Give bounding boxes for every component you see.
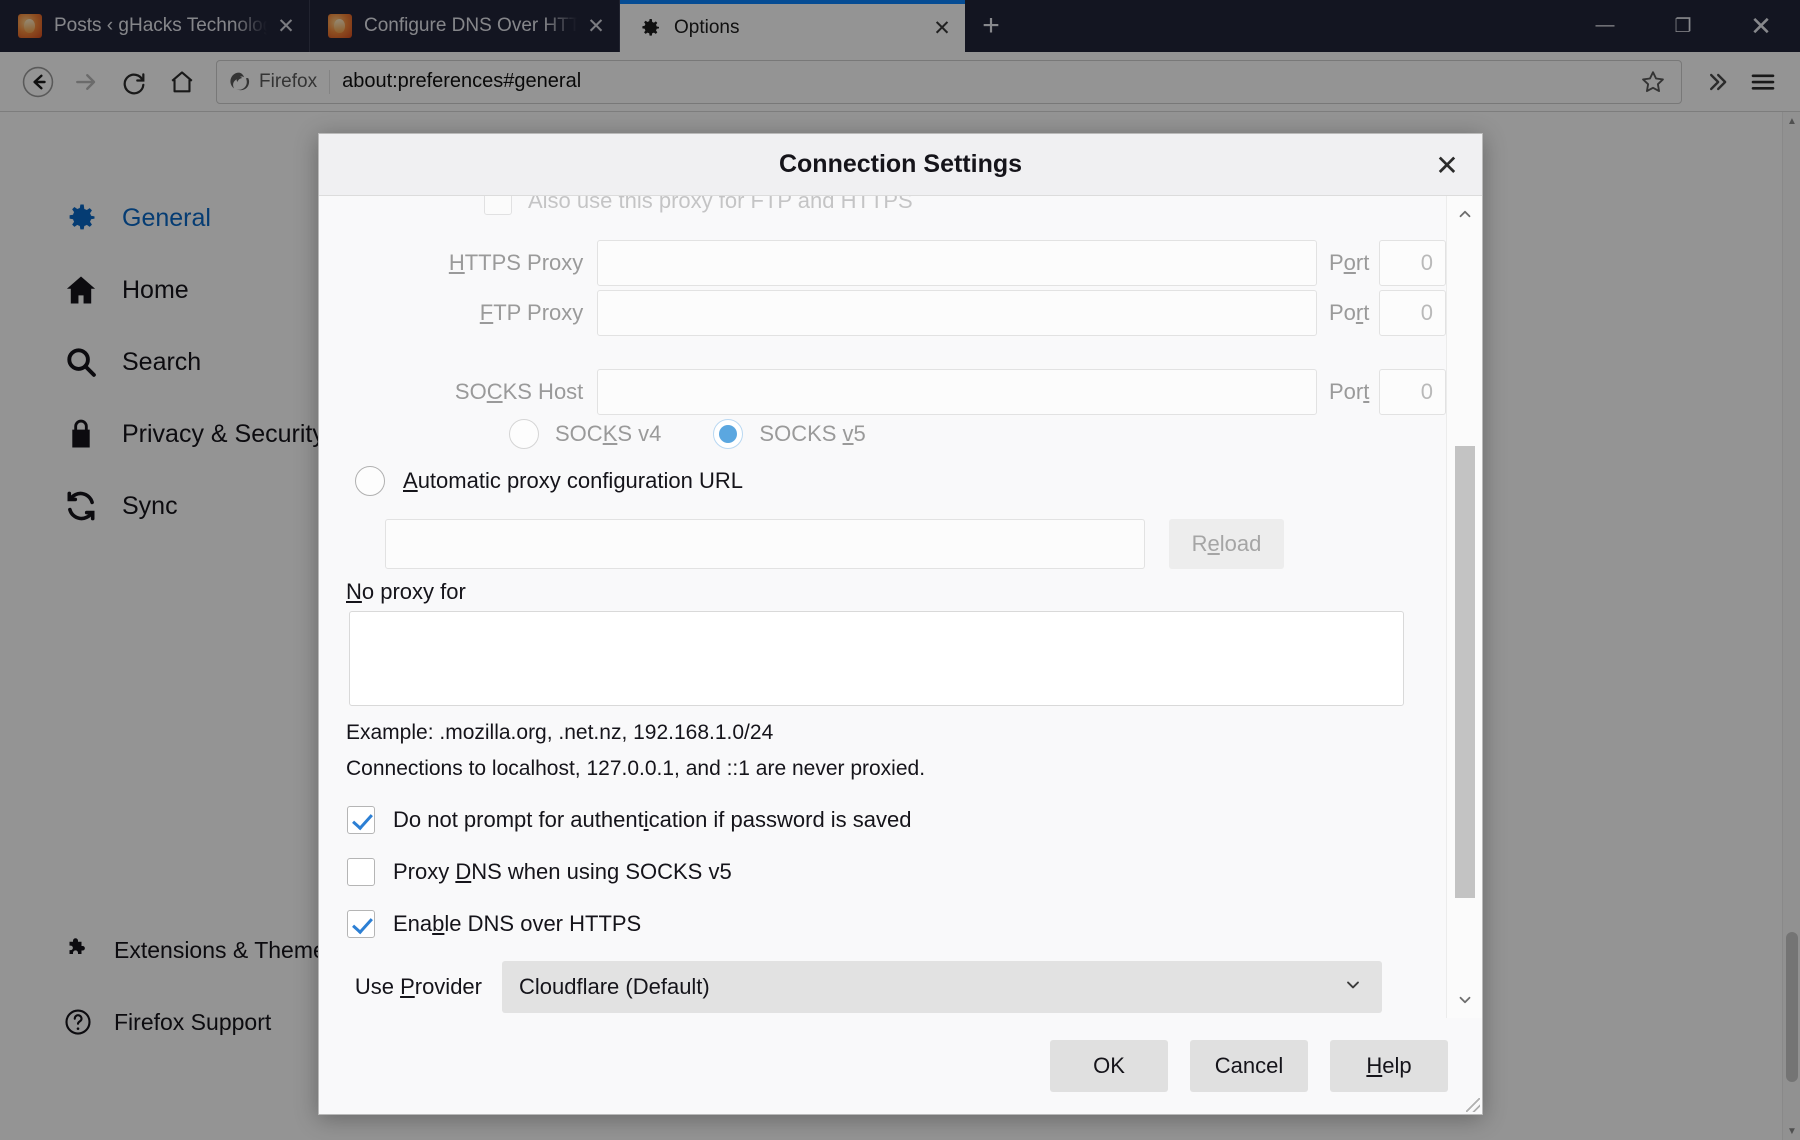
socks-v4-radio[interactable]: [509, 419, 539, 449]
resize-grip[interactable]: [1466, 1098, 1480, 1112]
no-auth-prompt-checkbox[interactable]: [347, 806, 375, 834]
reload-pac-button[interactable]: Re load: [1169, 519, 1284, 569]
socks-host-row: SOCKS Host Port 0: [319, 369, 1446, 415]
socks-v5-label: SOCKS v5: [759, 421, 866, 446]
dialog-header: Connection Settings ✕: [319, 134, 1482, 196]
provider-select[interactable]: Cloudflare (Default): [502, 961, 1382, 1013]
dialog-scrollbar-thumb[interactable]: [1455, 446, 1475, 898]
https-proxy-label: HTTPS Proxy: [448, 250, 584, 275]
cancel-button[interactable]: Cancel: [1190, 1040, 1308, 1092]
use-provider-label: Use Provider: [354, 974, 482, 999]
https-proxy-input[interactable]: [597, 240, 1317, 286]
ftp-proxy-label: FTP Proxy: [479, 300, 584, 325]
ftp-port-label: Port: [1328, 300, 1370, 325]
close-icon[interactable]: ✕: [1426, 144, 1468, 186]
socks-host-input[interactable]: [597, 369, 1317, 415]
dialog-scrollbar[interactable]: [1446, 196, 1482, 1018]
localhost-note-text: Connections to localhost, 127.0.0.1, and…: [346, 757, 926, 780]
https-port-label: Port: [1328, 250, 1370, 275]
dialog-scroll-content: Also use this proxy for FTP and HTTPS HT…: [319, 196, 1446, 1018]
no-auth-prompt-label: Do not prompt for authentication if pass…: [393, 807, 912, 832]
dialog-title: Connection Settings: [778, 150, 1023, 178]
enable-doh-checkbox-row[interactable]: Enable DNS over HTTPS: [347, 910, 641, 938]
dialog-footer: OK Cancel Help: [319, 1018, 1482, 1114]
help-button[interactable]: Help: [1330, 1040, 1448, 1092]
socks-version-group: SOCKS v4 SOCKS v5: [509, 419, 866, 449]
https-proxy-row: HTTPS Proxy Port 0: [319, 240, 1446, 286]
enable-doh-checkbox[interactable]: [347, 910, 375, 938]
ftp-proxy-row: FTP Proxy Port 0: [319, 290, 1446, 336]
no-proxy-example-text: Example: .mozilla.org, .net.nz, 192.168.…: [346, 721, 774, 744]
proxy-dns-label: Proxy DNS when using SOCKS v5: [393, 859, 732, 884]
https-port-input[interactable]: 0: [1379, 240, 1446, 286]
provider-row: Use Provider Cloudflare (Default): [319, 961, 1446, 1013]
socks-v4-label: SOCKS v4: [555, 421, 662, 446]
ftp-port-input[interactable]: 0: [1379, 290, 1446, 336]
browser-window: Posts ‹ gHacks Technology New ✕ Configur…: [0, 0, 1800, 1140]
ftp-proxy-input[interactable]: [597, 290, 1317, 336]
enable-doh-label: Enable DNS over HTTPS: [393, 911, 642, 936]
no-auth-prompt-checkbox-row[interactable]: Do not prompt for authentication if pass…: [347, 806, 912, 834]
auto-proxy-config-label: Automatic proxy configuration URL: [403, 468, 743, 493]
pac-url-input[interactable]: [385, 519, 1145, 569]
dialog-body: Also use this proxy for FTP and HTTPS HT…: [319, 196, 1482, 1018]
socks-host-label: SOCKS Host: [454, 379, 584, 404]
socks-port-label: Port: [1328, 379, 1370, 404]
auto-proxy-config-radio[interactable]: [355, 466, 385, 496]
proxy-dns-checkbox[interactable]: [347, 858, 375, 886]
no-proxy-textarea[interactable]: [349, 611, 1404, 706]
provider-selected-value: Cloudflare (Default): [519, 974, 710, 999]
scroll-up-icon[interactable]: [1451, 200, 1479, 228]
socks-port-input[interactable]: 0: [1379, 369, 1446, 415]
ok-button[interactable]: OK: [1050, 1040, 1168, 1092]
also-use-proxy-label: Also use this proxy for FTP and HTTPS: [528, 196, 913, 213]
scroll-down-icon[interactable]: [1451, 986, 1479, 1014]
auto-config-radio-row[interactable]: Automatic proxy configuration URL: [355, 466, 743, 496]
also-use-proxy-checkbox[interactable]: [484, 196, 512, 215]
also-use-proxy-checkbox-row[interactable]: Also use this proxy for FTP and HTTPS: [319, 196, 1446, 218]
proxy-dns-checkbox-row[interactable]: Proxy DNS when using SOCKS v5: [347, 858, 732, 886]
no-proxy-label: No proxy for: [346, 579, 466, 604]
pac-url-row: Re load: [385, 519, 1284, 569]
connection-settings-dialog: Connection Settings ✕ Also use this prox…: [318, 133, 1483, 1115]
socks-v5-radio[interactable]: [713, 419, 744, 449]
chevron-down-icon: [1343, 975, 1363, 1000]
